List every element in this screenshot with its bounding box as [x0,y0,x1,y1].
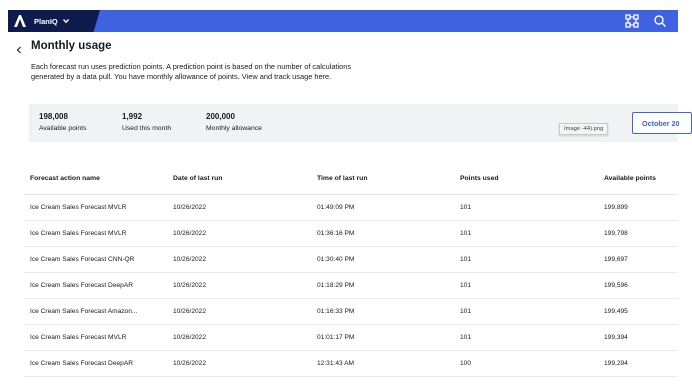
table-cell: 01:49:09 PM [311,194,454,221]
table-row[interactable]: Ice Cream Sales Forecast MVLR 10/26/2022 0… [24,194,678,221]
table-cell: 199,294 [598,350,678,377]
table-cell: 199,495 [598,298,678,325]
stat-label: Monthly allowance [206,125,262,132]
table-cell: 101 [454,194,598,221]
table-cell: Ice Cream Sales Forecast MVLR [24,220,167,247]
available-points-stat: 198,008 Available points [39,112,87,132]
table-cell: 10/26/2022 [167,194,311,221]
table-row[interactable]: Ice Cream Sales Forecast CNN-QR 10/26/202… [24,246,678,273]
table-cell: 101 [454,272,598,299]
table-cell: 10/26/2022 [167,246,311,273]
month-selector-button[interactable]: October 20 [632,112,692,134]
stat-label: Used this month [122,125,172,132]
page-title: Monthly usage [31,40,112,52]
table-cell: Ice Cream Sales Forecast Amazon... [24,298,167,325]
table-row[interactable]: Ice Cream Sales Forecast Amazon... 10/26/… [24,298,678,325]
image-tooltip: Image -44).png [559,123,609,135]
table-header-row: Forecast action name Date of last run Ti… [24,164,678,195]
app-name: PlanIQ [34,16,58,26]
back-chevron-icon[interactable] [14,42,24,54]
table-cell: 101 [454,220,598,247]
table-cell: 01:36:16 PM [311,220,454,247]
table-cell: 10/26/2022 [167,298,311,325]
table-cell: 199,697 [598,246,678,273]
table-cell: 101 [454,298,598,325]
table-cell: 199,899 [598,194,678,221]
column-header[interactable]: Forecast action name [24,164,167,195]
column-header[interactable]: Time of last run [311,164,454,195]
table-cell: 199,596 [598,272,678,299]
table-cell: Ice Cream Sales Forecast MVLR [24,194,167,221]
table-cell: 199,798 [598,220,678,247]
page-description: Each forecast run uses prediction points… [31,62,352,81]
table-cell: 10/26/2022 [167,350,311,377]
column-header[interactable]: Available points [598,164,678,195]
stat-label: Available points [39,125,87,132]
chevron-down-icon [62,19,69,24]
column-header[interactable]: Points used [454,164,598,195]
table-cell: 199,394 [598,324,678,351]
usage-table: Forecast action name Date of last run Ti… [24,164,678,377]
table-row[interactable]: Ice Cream Sales Forecast DeepAR 10/26/202… [24,272,678,299]
table-cell: 01:01:17 PM [311,324,454,351]
table-cell: 10/26/2022 [167,220,311,247]
table-cell: 101 [454,246,598,273]
table-cell: Ice Cream Sales Forecast CNN-QR [24,246,167,273]
table-cell: 100 [454,350,598,377]
table-cell: Ice Cream Sales Forecast DeepAR [24,350,167,377]
app-switcher[interactable]: PlanIQ [34,14,70,28]
table-row[interactable]: Ice Cream Sales Forecast MVLR 10/26/2022 0… [24,324,678,351]
table-cell: 10/26/2022 [167,272,311,299]
top-nav-bar: PlanIQ [8,10,678,32]
used-this-month-stat: 1,992 Used this month [122,112,171,132]
table-cell: Ice Cream Sales Forecast MVLR [24,324,167,351]
table-cell: Ice Cream Sales Forecast DeepAR [24,272,167,299]
stat-value: 1,992 [122,112,143,121]
search-icon[interactable] [652,13,668,29]
table-cell: 101 [454,324,598,351]
apps-grid-icon[interactable] [624,13,640,29]
brand-block: PlanIQ [8,10,100,32]
table-cell: 01:30:40 PM [311,246,454,273]
table-cell: 01:16:33 PM [311,298,454,325]
monthly-allowance-stat: 200,000 Monthly allowance [206,112,262,132]
stat-value: 198,008 [39,112,68,121]
table-cell: 01:18:29 PM [311,272,454,299]
stat-value: 200,000 [206,112,235,121]
brand-logo-icon[interactable] [12,13,28,29]
column-header[interactable]: Date of last run [167,164,311,195]
table-cell: 10/26/2022 [167,324,311,351]
table-cell: 12:31:43 AM [311,350,454,377]
table-row[interactable]: Ice Cream Sales Forecast MVLR 10/26/2022 0… [24,220,678,247]
table-row[interactable]: Ice Cream Sales Forecast DeepAR 10/26/202… [24,350,678,377]
